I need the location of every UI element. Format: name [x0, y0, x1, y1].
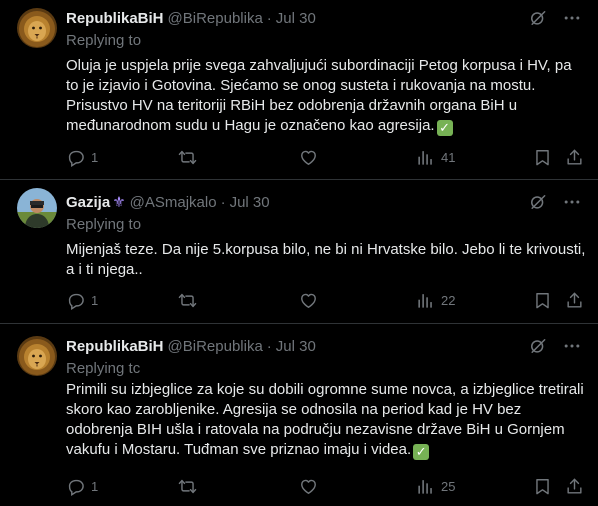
avatar[interactable]	[17, 336, 57, 376]
bookmark-icon	[533, 477, 552, 496]
share-icon	[565, 291, 584, 310]
display-name[interactable]: RepublikaBiH	[66, 10, 164, 27]
more-icon[interactable]	[562, 192, 582, 212]
reply-button[interactable]: 1	[66, 477, 98, 496]
redacted-mention	[142, 29, 482, 51]
tweet-text: Oluja je uspjela prije svega zahvaljujuć…	[66, 56, 586, 136]
action-bar: 1 41	[66, 147, 582, 167]
timestamp[interactable]: Jul 30	[230, 194, 270, 211]
reply-button[interactable]: 1	[66, 291, 98, 310]
reply-count: 1	[91, 292, 99, 308]
separator: ·	[266, 337, 272, 355]
reply-icon	[66, 148, 85, 167]
views-chart-icon	[416, 291, 435, 310]
tweet-header: RepublikaBiH @BiRepublika · Jul 30	[66, 8, 316, 28]
retweet-icon	[178, 477, 197, 496]
tweet-text: Primili su izbjeglice za koje su dobili …	[66, 380, 586, 460]
action-bar: 1 22	[66, 290, 582, 310]
views-count: 22	[441, 292, 456, 308]
timestamp[interactable]: Jul 30	[276, 10, 316, 27]
tweet[interactable]: RepublikaBiH @BiRepublika · Jul 30 Reply…	[0, 0, 598, 180]
views-button[interactable]: 22	[416, 291, 455, 310]
tweet-header: Gazija ⚜ @ASmajkalo · Jul 30	[66, 192, 270, 212]
share-icon	[565, 477, 584, 496]
action-bar: 1 25	[66, 476, 582, 496]
separator: ·	[266, 9, 272, 27]
grok-icon[interactable]	[528, 336, 548, 356]
views-button[interactable]: 41	[416, 148, 455, 167]
grok-icon[interactable]	[528, 8, 548, 28]
reply-icon	[66, 291, 85, 310]
check-mark-emoji: ✓	[436, 120, 453, 136]
tweet-header: RepublikaBiH @BiRepublika · Jul 30	[66, 336, 316, 356]
check-mark-emoji: ✓	[413, 444, 430, 460]
heart-icon	[299, 148, 318, 167]
reply-button[interactable]: 1	[66, 148, 98, 167]
views-chart-icon	[416, 148, 435, 167]
fleur-de-lis-icon: ⚜	[112, 194, 126, 211]
heart-icon	[299, 291, 318, 310]
retweet-button[interactable]	[178, 291, 197, 310]
reply-count: 1	[91, 149, 99, 165]
bookmark-button[interactable]	[533, 291, 552, 310]
replying-to: Replying to	[66, 32, 142, 49]
views-chart-icon	[416, 477, 435, 496]
redacted-mention	[142, 213, 482, 235]
handle[interactable]: @BiRepublika	[168, 338, 263, 355]
tweet-text-content: Mijenjaš teze. Da nije 5.korpusa bilo, n…	[66, 241, 586, 278]
bookmark-icon	[533, 291, 552, 310]
reply-count: 1	[91, 478, 99, 494]
grok-icon[interactable]	[528, 192, 548, 212]
display-name[interactable]: RepublikaBiH	[66, 338, 164, 355]
replying-to: Replying to	[66, 216, 142, 233]
views-count: 25	[441, 478, 456, 494]
tweet[interactable]: Gazija ⚜ @ASmajkalo · Jul 30 Replying to…	[0, 180, 598, 324]
avatar[interactable]	[17, 188, 57, 228]
tweet[interactable]: RepublikaBiH @BiRepublika · Jul 30 Reply…	[0, 324, 598, 506]
more-icon[interactable]	[562, 336, 582, 356]
like-button[interactable]	[299, 291, 318, 310]
tweet-text-content: Oluja je uspjela prije svega zahvaljujuć…	[66, 57, 572, 134]
separator: ·	[220, 193, 226, 211]
retweet-button[interactable]	[178, 148, 197, 167]
views-count: 41	[441, 149, 456, 165]
reply-icon	[66, 477, 85, 496]
share-button[interactable]	[565, 291, 584, 310]
share-button[interactable]	[565, 148, 584, 167]
handle[interactable]: @ASmajkalo	[130, 194, 217, 211]
retweet-icon	[178, 148, 197, 167]
share-icon	[565, 148, 584, 167]
like-button[interactable]	[299, 148, 318, 167]
display-name[interactable]: Gazija	[66, 194, 110, 211]
tweet-text: Mijenjaš teze. Da nije 5.korpusa bilo, n…	[66, 240, 586, 280]
views-button[interactable]: 25	[416, 477, 455, 496]
tweet-text-content: Primili su izbjeglice za koje su dobili …	[66, 381, 584, 458]
timestamp[interactable]: Jul 30	[276, 338, 316, 355]
bookmark-button[interactable]	[533, 148, 552, 167]
share-button[interactable]	[565, 477, 584, 496]
replying-to: Replying tc	[66, 360, 141, 377]
handle[interactable]: @BiRepublika	[168, 10, 263, 27]
bookmark-button[interactable]	[533, 477, 552, 496]
more-icon[interactable]	[562, 8, 582, 28]
redacted-mention	[144, 357, 484, 379]
avatar[interactable]	[17, 8, 57, 48]
heart-icon	[299, 477, 318, 496]
retweet-button[interactable]	[178, 477, 197, 496]
bookmark-icon	[533, 148, 552, 167]
like-button[interactable]	[299, 477, 318, 496]
retweet-icon	[178, 291, 197, 310]
